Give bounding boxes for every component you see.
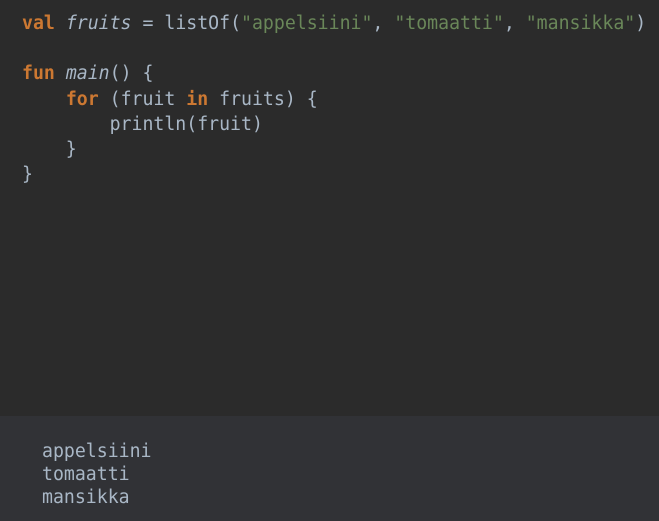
code-line: val fruits = listOf("appelsiini", "tomaa… (22, 11, 646, 36)
keyword-token: for (65, 88, 99, 110)
code-token: fruits (65, 13, 132, 34)
code-line: fun main() { (22, 61, 646, 86)
keyword-token: val (22, 13, 55, 34)
code-block[interactable]: val fruits = listOf("appelsiini", "tomaa… (22, 11, 646, 187)
code-token: (fruit (98, 88, 187, 110)
code-token: = listOf( (131, 13, 242, 34)
code-editor[interactable]: val fruits = listOf("appelsiini", "tomaa… (0, 0, 659, 416)
code-token: () { (109, 63, 154, 85)
output-line: appelsiini (42, 441, 152, 462)
code-token: fruits) { (208, 88, 318, 110)
string-token: "appelsiini" (241, 13, 373, 34)
code-line: } (22, 137, 646, 162)
code-token: println(fruit) (22, 113, 263, 135)
code-token: , (503, 13, 526, 34)
string-token: "tomaatti" (394, 13, 504, 34)
code-token: , (372, 13, 395, 34)
program-output: appelsiini tomaatti mansikka (42, 440, 152, 509)
string-token: "mansikka" (525, 13, 636, 34)
keyword-token: fun (22, 63, 55, 85)
code-line: for (fruit in fruits) { (22, 87, 646, 112)
keyword-token: in (186, 88, 209, 110)
output-line: mansikka (42, 487, 130, 508)
code-line: println(fruit) (22, 112, 646, 137)
code-token: ) (635, 13, 647, 34)
code-token: } (22, 138, 77, 160)
code-token: } (22, 164, 33, 186)
code-token: main (65, 63, 110, 85)
code-line: } (22, 162, 646, 187)
output-line: tomaatti (42, 464, 130, 485)
